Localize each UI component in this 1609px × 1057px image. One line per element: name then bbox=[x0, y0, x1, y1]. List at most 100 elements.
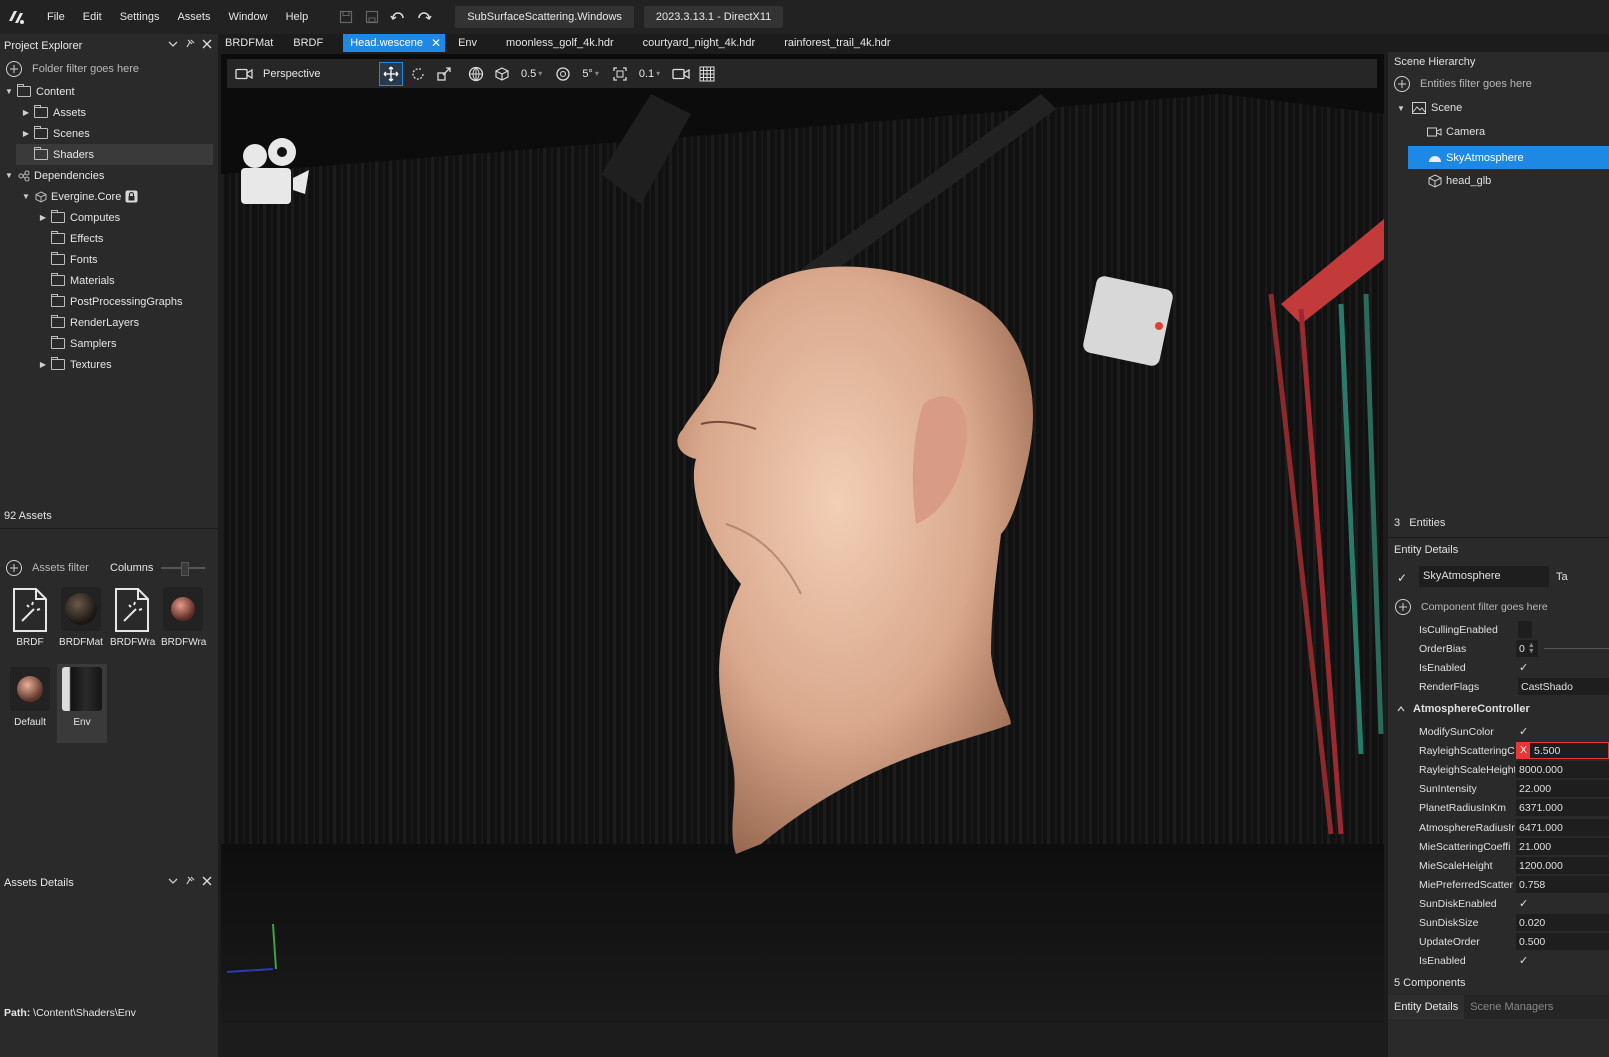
rotate-snap-icon[interactable] bbox=[552, 63, 574, 85]
move-snap-icon[interactable] bbox=[491, 63, 513, 85]
rotate-tool-icon[interactable] bbox=[407, 63, 429, 85]
tab-entity-details[interactable]: Entity Details bbox=[1388, 995, 1465, 1019]
pin-icon[interactable] bbox=[185, 876, 195, 886]
tree-item-camera[interactable]: Camera bbox=[1427, 126, 1485, 138]
asset-tile-brdf[interactable]: BRDF bbox=[8, 587, 52, 648]
chevron-up-icon[interactable] bbox=[1397, 705, 1405, 713]
prop-number-field[interactable]: 0.020 bbox=[1516, 914, 1609, 931]
entity-enabled-checkbox[interactable]: ✓ bbox=[1397, 571, 1407, 585]
scale-tool-icon[interactable] bbox=[433, 63, 455, 85]
world-space-icon[interactable] bbox=[465, 63, 487, 85]
tree-item-effects[interactable]: Effects bbox=[0, 228, 218, 249]
caret-right-icon[interactable]: ▶ bbox=[38, 213, 48, 222]
move-tool-icon[interactable] bbox=[379, 61, 403, 86]
undo-icon[interactable] bbox=[388, 7, 408, 27]
redo-icon[interactable] bbox=[414, 7, 434, 27]
add-asset-icon[interactable] bbox=[6, 560, 22, 576]
caret-down-icon[interactable]: ▼ bbox=[4, 171, 14, 180]
add-entity-icon[interactable] bbox=[1394, 76, 1410, 92]
orderbias-field[interactable]: 0 ▲ ▼ bbox=[1516, 640, 1538, 657]
menu-assets[interactable]: Assets bbox=[168, 11, 219, 23]
prop-number-field[interactable]: 0.758 bbox=[1516, 876, 1609, 893]
prop-number-field[interactable]: 0.500 bbox=[1516, 933, 1609, 950]
folder-filter-input[interactable]: Folder filter goes here bbox=[32, 63, 139, 75]
columns-slider[interactable] bbox=[161, 562, 206, 576]
tab-courtyard-night[interactable]: courtyard_night_4k.hdr bbox=[636, 34, 778, 52]
prop-vector-field[interactable]: X 5.500 bbox=[1516, 742, 1609, 759]
chevron-down-icon[interactable] bbox=[168, 876, 178, 886]
scale-snap-icon[interactable] bbox=[609, 63, 631, 85]
prop-number-field[interactable]: 6371.000 bbox=[1516, 799, 1609, 816]
asset-tile-default[interactable]: Default bbox=[8, 667, 52, 728]
prop-number-field[interactable]: 8000.000 bbox=[1516, 761, 1609, 778]
menu-window[interactable]: Window bbox=[219, 11, 276, 23]
add-component-icon[interactable] bbox=[1395, 599, 1411, 615]
tree-item-dependencies[interactable]: ▼ Dependencies bbox=[0, 165, 218, 186]
iscullingenabled-checkbox[interactable] bbox=[1518, 621, 1532, 638]
menu-edit[interactable]: Edit bbox=[74, 11, 111, 23]
tab-env[interactable]: Env bbox=[451, 34, 499, 52]
camera-settings-icon[interactable] bbox=[670, 63, 692, 85]
columns-slider-thumb[interactable] bbox=[181, 562, 190, 576]
tree-item-fonts[interactable]: Fonts bbox=[0, 249, 218, 270]
tree-item-assets[interactable]: ▶ Assets bbox=[0, 102, 218, 123]
tab-scene-managers[interactable]: Scene Managers bbox=[1464, 1001, 1559, 1013]
scene-viewport[interactable]: Perspective 0.5 ▾ 5° ▾ 0.1 ▾ bbox=[221, 54, 1384, 1023]
caret-down-icon[interactable]: ▼ bbox=[4, 87, 14, 96]
tree-item-postprocessinggraphs[interactable]: PostProcessingGraphs bbox=[0, 291, 218, 312]
menu-settings[interactable]: Settings bbox=[111, 11, 169, 23]
move-snap-value[interactable]: 0.5 bbox=[521, 68, 536, 80]
caret-down-icon[interactable]: ▼ bbox=[21, 192, 31, 201]
asset-tile-env[interactable]: Env bbox=[57, 664, 107, 743]
pin-icon[interactable] bbox=[185, 39, 195, 49]
prop-number-field[interactable]: 21.000 bbox=[1516, 838, 1609, 855]
project-pill[interactable]: SubSurfaceScattering.Windows bbox=[455, 6, 634, 28]
save-icon[interactable] bbox=[336, 7, 356, 27]
tree-item-renderlayers[interactable]: RenderLayers bbox=[0, 312, 218, 333]
isenabled-checkbox[interactable]: ✓ bbox=[1516, 659, 1609, 676]
tab-brdf[interactable]: BRDF bbox=[286, 34, 343, 52]
prop-checkbox[interactable]: ✓ bbox=[1516, 723, 1609, 740]
tree-item-materials[interactable]: Materials bbox=[0, 270, 218, 291]
tree-item-content[interactable]: ▼ Content bbox=[0, 81, 218, 102]
entity-name-field[interactable]: SkyAtmosphere bbox=[1419, 566, 1549, 587]
caret-down-icon[interactable]: ▼ bbox=[1396, 104, 1406, 113]
tree-item-textures[interactable]: ▶ Textures bbox=[0, 354, 218, 375]
scale-snap-value[interactable]: 0.1 bbox=[639, 68, 654, 80]
chevron-down-icon[interactable] bbox=[168, 39, 178, 49]
component-filter-input[interactable]: Component filter goes here bbox=[1421, 601, 1548, 613]
assets-filter-input[interactable]: Assets filter bbox=[32, 562, 110, 574]
tab-moonless-golf[interactable]: moonless_golf_4k.hdr bbox=[499, 34, 636, 52]
tree-item-samplers[interactable]: Samplers bbox=[0, 333, 218, 354]
camera-mode-label[interactable]: Perspective bbox=[263, 68, 371, 80]
close-icon[interactable] bbox=[202, 39, 212, 49]
folder-filter[interactable]: Folder filter goes here bbox=[0, 57, 218, 81]
tab-brdfmat[interactable]: BRDFMat bbox=[218, 34, 286, 52]
tree-item-head-glb[interactable]: head_glb bbox=[1428, 174, 1491, 188]
asset-tile-brdfwra-effect[interactable]: BRDFWra bbox=[110, 587, 155, 648]
prop-number-field[interactable]: 6471.000 bbox=[1516, 819, 1609, 836]
prop-checkbox[interactable]: ✓ bbox=[1516, 952, 1609, 969]
caret-right-icon[interactable]: ▶ bbox=[21, 108, 31, 117]
rotate-snap-value[interactable]: 5° bbox=[582, 68, 593, 80]
tree-item-shaders[interactable]: Shaders bbox=[16, 144, 213, 165]
tab-rainforest-trail[interactable]: rainforest_trail_4k.hdr bbox=[777, 34, 903, 52]
prop-checkbox[interactable]: ✓ bbox=[1516, 895, 1609, 912]
movie-camera-icon[interactable] bbox=[235, 134, 313, 208]
camera-icon[interactable] bbox=[233, 63, 255, 85]
stepper-icon[interactable]: ▲ ▼ bbox=[1528, 642, 1535, 655]
caret-right-icon[interactable]: ▶ bbox=[38, 360, 48, 369]
close-icon[interactable] bbox=[202, 876, 212, 886]
grid-icon[interactable] bbox=[696, 63, 718, 85]
save-all-icon[interactable] bbox=[362, 7, 382, 27]
tab-head-wescene[interactable]: Head.wescene ✕ bbox=[343, 34, 446, 52]
chevron-down-icon[interactable]: ▾ bbox=[595, 69, 599, 78]
tree-item-computes[interactable]: ▶ Computes bbox=[0, 207, 218, 228]
asset-tile-brdfwra-material[interactable]: BRDFWra bbox=[161, 587, 206, 648]
menu-help[interactable]: Help bbox=[277, 11, 318, 23]
prop-number-field[interactable]: 22.000 bbox=[1516, 780, 1609, 797]
add-folder-icon[interactable] bbox=[6, 61, 22, 77]
entities-filter-input[interactable]: Entities filter goes here bbox=[1420, 78, 1532, 90]
tree-item-scenes[interactable]: ▶ Scenes bbox=[0, 123, 218, 144]
chevron-down-icon[interactable]: ▾ bbox=[538, 69, 542, 78]
